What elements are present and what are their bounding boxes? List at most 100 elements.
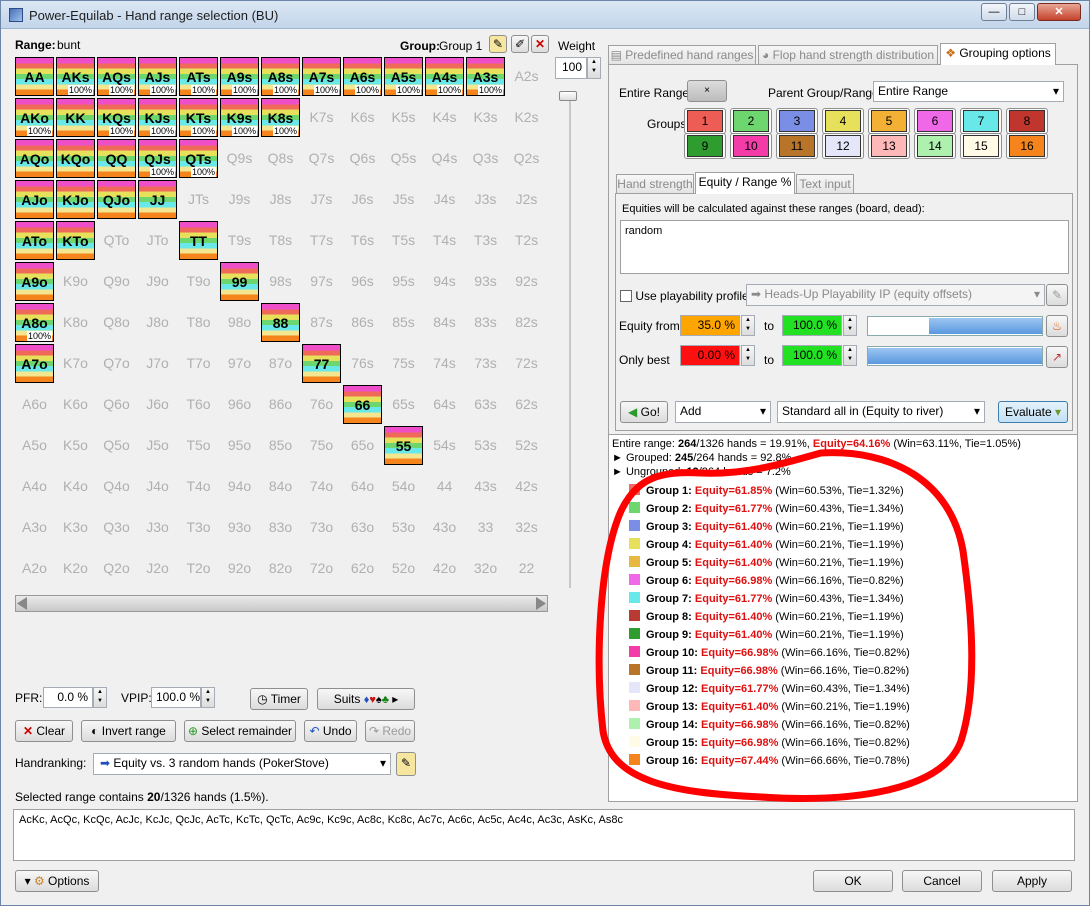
hand-cell-A6s[interactable]: A6s 100% xyxy=(343,57,382,96)
hand-cell-72s[interactable]: 72s xyxy=(507,344,546,383)
hand-cell-62s[interactable]: 62s xyxy=(507,385,546,424)
hand-cell-T4o[interactable]: T4o xyxy=(179,467,218,506)
hand-cell-54o[interactable]: 54o xyxy=(384,467,423,506)
hand-cell-A2s[interactable]: A2s xyxy=(507,57,546,96)
hand-cell-33[interactable]: 33 xyxy=(466,508,505,547)
hand-cell-93o[interactable]: 93o xyxy=(220,508,259,547)
hand-cell-88[interactable]: 88 xyxy=(261,303,300,342)
hand-cell-T5o[interactable]: T5o xyxy=(179,426,218,465)
subtab-text-input[interactable]: Text input xyxy=(796,174,854,194)
hand-cell-84o[interactable]: 84o xyxy=(261,467,300,506)
hand-cell-74s[interactable]: 74s xyxy=(425,344,464,383)
hand-cell-J4s[interactable]: J4s xyxy=(425,180,464,219)
hand-cell-76o[interactable]: 76o xyxy=(302,385,341,424)
hand-cell-K9s[interactable]: K9s 100% xyxy=(220,98,259,137)
hand-cell-J8o[interactable]: J8o xyxy=(138,303,177,342)
vpip-input[interactable]: 100.0 % xyxy=(151,687,201,708)
hand-cell-J9o[interactable]: J9o xyxy=(138,262,177,301)
hand-cell-A4o[interactable]: A4o xyxy=(15,467,54,506)
only-best-slider[interactable] xyxy=(867,346,1043,366)
hand-cell-Q8s[interactable]: Q8s xyxy=(261,139,300,178)
calc-method-select[interactable]: Standard all in (Equity to river) ▾ xyxy=(777,401,985,423)
hand-cell-75s[interactable]: 75s xyxy=(384,344,423,383)
hand-cell-T4s[interactable]: T4s xyxy=(425,221,464,260)
hand-cell-K9o[interactable]: K9o xyxy=(56,262,95,301)
hand-cell-99[interactable]: 99 xyxy=(220,262,259,301)
hand-cell-AA[interactable]: AA xyxy=(15,57,54,96)
brush-icon[interactable]: ✐ xyxy=(511,35,529,53)
playability-checkbox[interactable] xyxy=(620,290,632,302)
hand-cell-Q9o[interactable]: Q9o xyxy=(97,262,136,301)
equity-from-spinner[interactable]: ▲ ▼ xyxy=(741,315,755,336)
hand-cell-A8o[interactable]: A8o 100% xyxy=(15,303,54,342)
hand-cell-83o[interactable]: 83o xyxy=(261,508,300,547)
against-ranges-input[interactable]: random xyxy=(620,220,1069,274)
edit-ranking-icon[interactable]: ✎ xyxy=(396,752,416,776)
hand-cell-A7o[interactable]: A7o xyxy=(15,344,54,383)
redo-button[interactable]: ↷ Redo xyxy=(365,720,415,742)
hand-cell-T5s[interactable]: T5s xyxy=(384,221,423,260)
hand-cell-A3s[interactable]: A3s 100% xyxy=(466,57,505,96)
hand-cell-T7o[interactable]: T7o xyxy=(179,344,218,383)
hand-cell-J2s[interactable]: J2s xyxy=(507,180,546,219)
hand-cell-AQo[interactable]: AQo xyxy=(15,139,54,178)
group-button-9[interactable]: 9 xyxy=(684,133,726,159)
group-button-16[interactable]: 16 xyxy=(1006,133,1048,159)
hand-cell-97s[interactable]: 97s xyxy=(302,262,341,301)
invert-range-button[interactable]: ◐ Invert range xyxy=(81,720,176,742)
options-button[interactable]: ▾ ⚙ Options xyxy=(15,870,99,892)
hand-cell-Q5s[interactable]: Q5s xyxy=(384,139,423,178)
hand-cell-J6s[interactable]: J6s xyxy=(343,180,382,219)
hand-cell-ATs[interactable]: ATs 100% xyxy=(179,57,218,96)
hand-cell-K5s[interactable]: K5s xyxy=(384,98,423,137)
hand-cell-63o[interactable]: 63o xyxy=(343,508,382,547)
chart-icon[interactable]: ↗ xyxy=(1046,346,1068,368)
go-button[interactable]: ◀ Go! xyxy=(620,401,668,423)
hand-cell-83s[interactable]: 83s xyxy=(466,303,505,342)
vpip-spinner[interactable]: ▲ ▼ xyxy=(201,687,215,708)
group-button-4[interactable]: 4 xyxy=(822,108,864,134)
hand-cell-92s[interactable]: 92s xyxy=(507,262,546,301)
pfr-input[interactable]: 0.0 % xyxy=(43,687,93,708)
hand-cell-Q6o[interactable]: Q6o xyxy=(97,385,136,424)
hand-cell-54s[interactable]: 54s xyxy=(425,426,464,465)
hand-cell-73s[interactable]: 73s xyxy=(466,344,505,383)
hand-cell-Q3s[interactable]: Q3s xyxy=(466,139,505,178)
hand-cell-A7s[interactable]: A7s 100% xyxy=(302,57,341,96)
hand-cell-75o[interactable]: 75o xyxy=(302,426,341,465)
hand-cell-42o[interactable]: 42o xyxy=(425,549,464,588)
tab-grouping-options[interactable]: ❖ Grouping options xyxy=(940,43,1056,65)
hand-cell-T9s[interactable]: T9s xyxy=(220,221,259,260)
hand-cell-82s[interactable]: 82s xyxy=(507,303,546,342)
hand-cell-K6o[interactable]: K6o xyxy=(56,385,95,424)
hand-cell-QTs[interactable]: QTs 100% xyxy=(179,139,218,178)
hand-cell-T8s[interactable]: T8s xyxy=(261,221,300,260)
hand-cell-Q7s[interactable]: Q7s xyxy=(302,139,341,178)
hand-cell-AKs[interactable]: AKs 100% xyxy=(56,57,95,96)
hand-cell-AQs[interactable]: AQs 100% xyxy=(97,57,136,96)
hand-cell-K5o[interactable]: K5o xyxy=(56,426,95,465)
hand-cell-52o[interactable]: 52o xyxy=(384,549,423,588)
suits-button[interactable]: Suits ♦♥♠♣ ▸ xyxy=(317,688,415,710)
equity-range-slider[interactable] xyxy=(867,316,1043,336)
hand-cell-55[interactable]: 55 xyxy=(384,426,423,465)
hand-cell-64o[interactable]: 64o xyxy=(343,467,382,506)
hand-cell-KQs[interactable]: KQs 100% xyxy=(97,98,136,137)
group-button-1[interactable]: 1 xyxy=(684,108,726,134)
hand-cell-77[interactable]: 77 xyxy=(302,344,341,383)
hand-cell-Q5o[interactable]: Q5o xyxy=(97,426,136,465)
hand-cell-74o[interactable]: 74o xyxy=(302,467,341,506)
hand-cell-K6s[interactable]: K6s xyxy=(343,98,382,137)
grouped-result[interactable]: ► Grouped: 245/264 hands = 92.8% xyxy=(612,452,791,464)
hand-cell-94s[interactable]: 94s xyxy=(425,262,464,301)
weight-spinner[interactable]: ▲ ▼ xyxy=(587,57,601,79)
playability-edit-icon[interactable]: ✎ xyxy=(1046,284,1068,306)
hand-cell-Q2o[interactable]: Q2o xyxy=(97,549,136,588)
hand-cell-J2o[interactable]: J2o xyxy=(138,549,177,588)
hand-cell-J7s[interactable]: J7s xyxy=(302,180,341,219)
hand-cell-Q4o[interactable]: Q4o xyxy=(97,467,136,506)
hand-cell-K8o[interactable]: K8o xyxy=(56,303,95,342)
hand-cell-43o[interactable]: 43o xyxy=(425,508,464,547)
playability-select[interactable]: ➡ Heads-Up Playability IP (equity offset… xyxy=(746,284,1045,306)
hand-cell-A9s[interactable]: A9s 100% xyxy=(220,57,259,96)
